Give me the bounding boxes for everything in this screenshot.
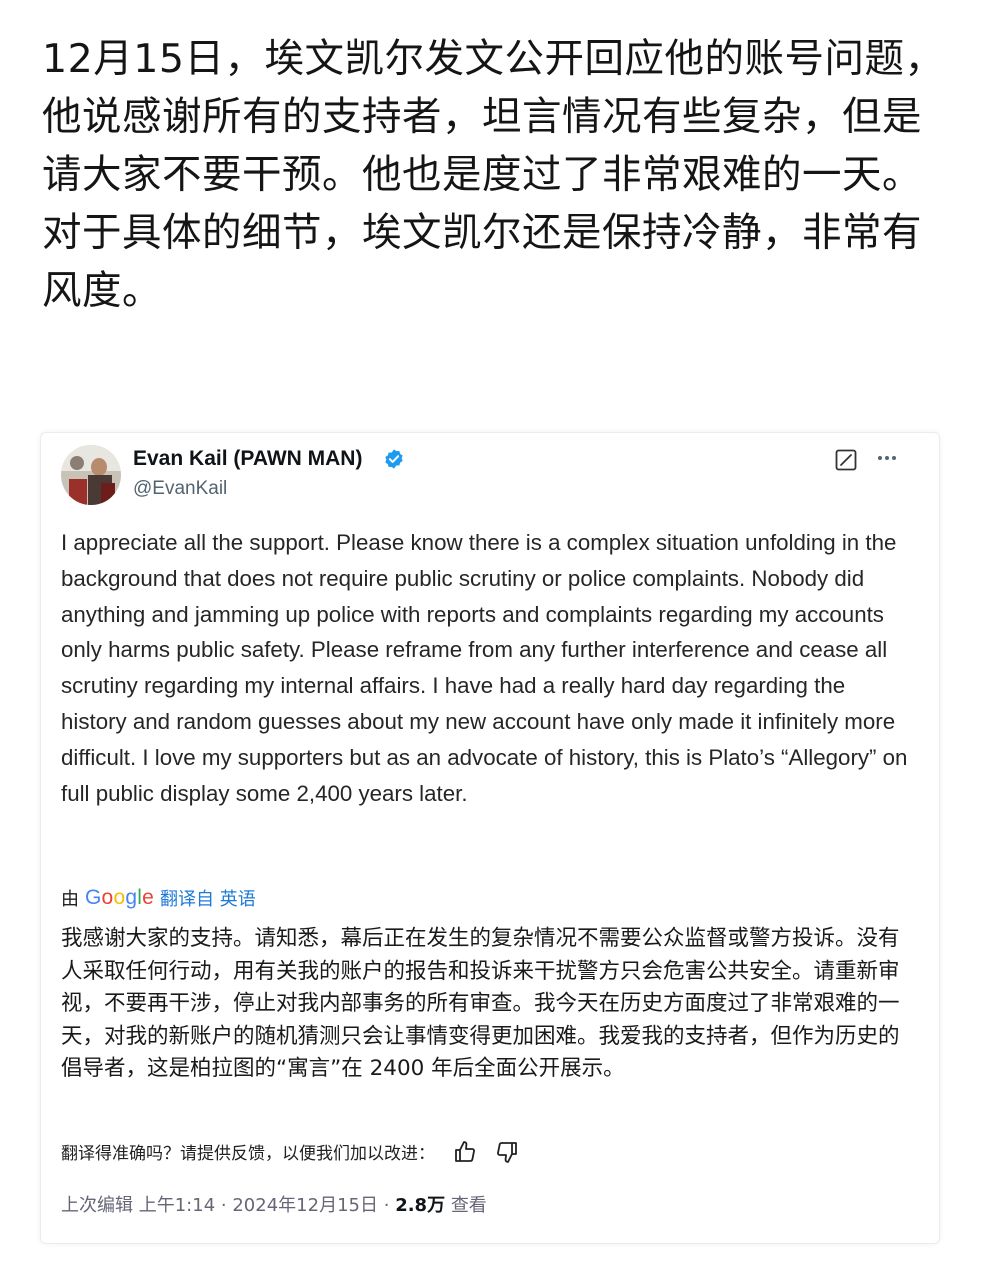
tweet-body: I appreciate all the support. Please kno… [61, 530, 908, 806]
translation-feedback: 翻译得准确吗？请提供反馈，以便我们加以改进： [61, 1139, 519, 1164]
author-handle[interactable]: @EvanKail [133, 478, 227, 500]
thumbs-up-icon[interactable] [453, 1140, 477, 1164]
meta-separator: · [220, 1195, 227, 1216]
grok-icon[interactable] [835, 449, 857, 471]
author-name[interactable]: Evan Kail (PAWN MAN) [133, 447, 362, 471]
post-text: 12月15日，埃文凯尔发文公开回应他的账号问题，他说感谢所有的支持者，坦言情况有… [42, 36, 945, 314]
feedback-prompt: 翻译得准确吗？请提供反馈，以便我们加以改进： [61, 1144, 435, 1164]
thumbs-down-icon[interactable] [495, 1140, 519, 1164]
views-count: 2.8万 [395, 1195, 446, 1216]
tweet-time[interactable]: 上午1:14 [139, 1195, 215, 1216]
translated-by: 由 Google 翻译自 英语 [61, 885, 256, 911]
tweet-meta: 上次编辑 上午1:14 · 2024年12月15日 · 2.8万 查看 [61, 1191, 487, 1217]
meta-separator: · [383, 1195, 390, 1216]
views-label: 查看 [450, 1195, 487, 1216]
tweet-date[interactable]: 2024年12月15日 [232, 1195, 378, 1216]
verified-badge-icon [385, 449, 403, 469]
translation-text: 我感谢大家的支持。请知悉，幕后正在发生的复杂情况不需要公众监督或警方投诉。没有人… [61, 926, 900, 1081]
avatar[interactable] [61, 445, 121, 505]
tweet-card: Evan Kail (PAWN MAN) @EvanKail I appreci… [40, 432, 940, 1244]
edited-label[interactable]: 上次编辑 [61, 1195, 133, 1216]
more-icon[interactable] [875, 447, 899, 469]
translated-prefix: 由 [61, 889, 79, 910]
google-logo: Google [85, 886, 154, 909]
translated-from-link[interactable]: 翻译自 英语 [160, 885, 256, 911]
